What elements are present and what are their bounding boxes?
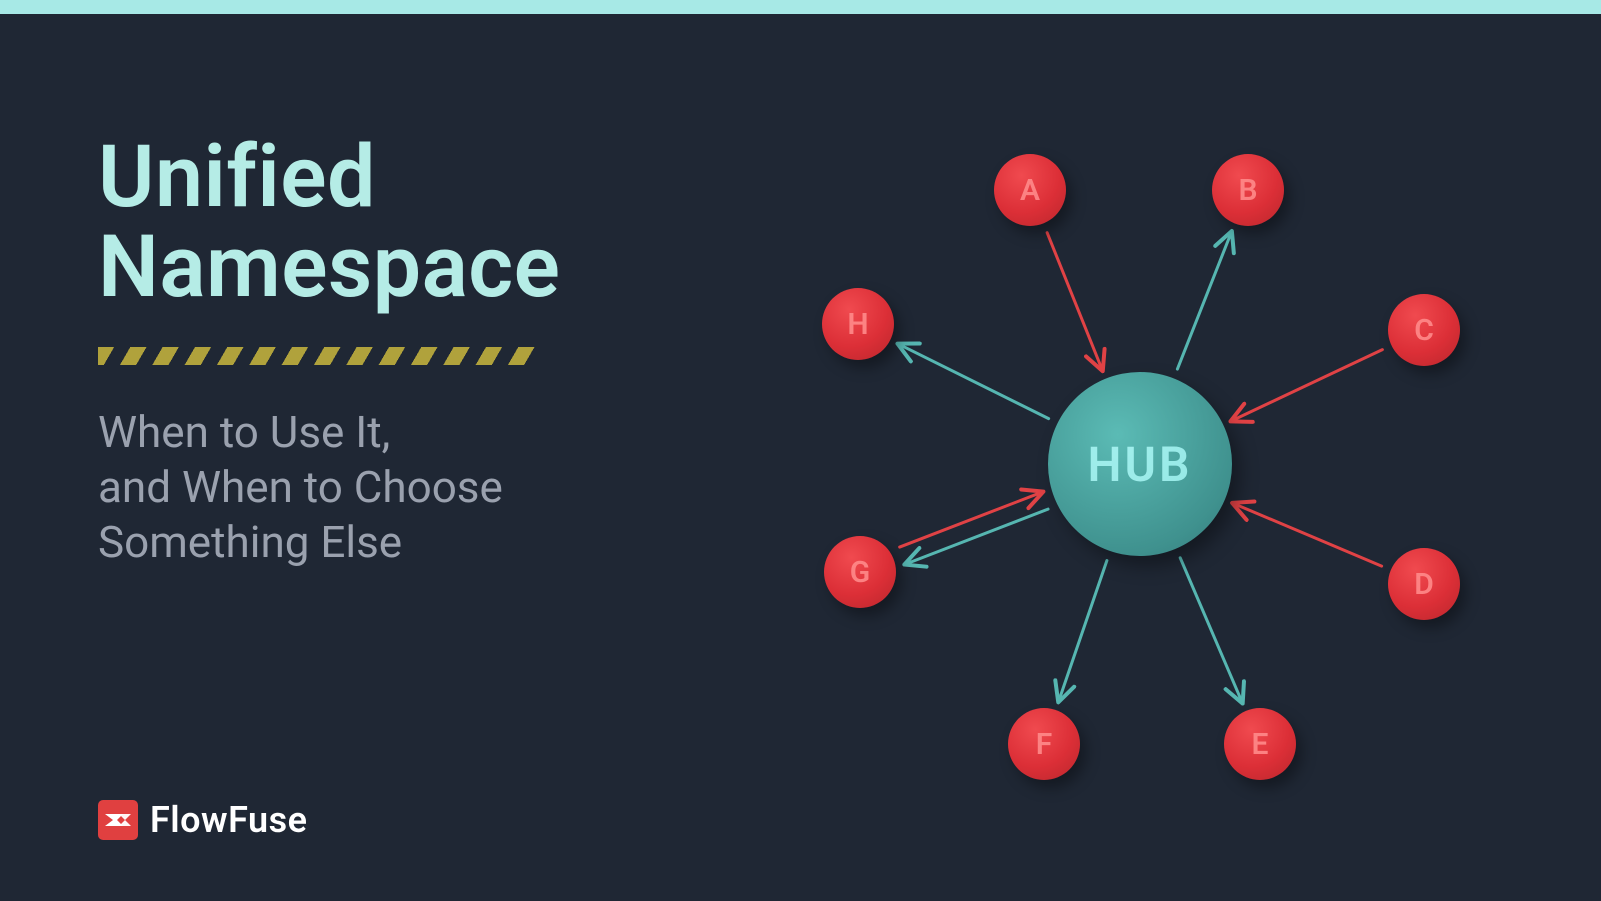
text-column: Unified Namespace When to Use It, and Wh… [98,132,658,570]
hub-spoke-diagram: HUB A B C D E F G H [780,94,1500,834]
title-line-2: Namespace [98,216,560,317]
node-label-h: H [847,307,868,342]
node-label-a: A [1020,173,1040,208]
subtitle-line-3: Something Else [98,516,402,568]
subtitle-line-2: and When to Choose [98,461,503,513]
flowfuse-icon [103,805,133,835]
subtitle: When to Use It, and When to Choose Somet… [98,405,658,570]
node-a: A [994,154,1066,226]
node-g: G [824,536,896,608]
node-label-b: B [1238,173,1257,208]
hub-label: HUB [1088,436,1193,493]
accent-top-bar [0,0,1601,14]
title-line-1: Unified [98,126,376,227]
node-h: H [822,288,894,360]
subtitle-line-1: When to Use It, [98,406,390,458]
node-e: E [1224,708,1296,780]
node-f: F [1008,708,1080,780]
page: Unified Namespace When to Use It, and Wh… [0,14,1601,901]
node-label-d: D [1414,567,1434,602]
node-label-c: C [1414,313,1434,348]
node-d: D [1388,548,1460,620]
node-label-g: G [850,555,870,590]
node-label-e: E [1252,727,1269,762]
hazard-divider [98,347,538,365]
brand-logo: FlowFuse [98,799,307,841]
node-label-f: F [1036,727,1053,762]
brand-mark-icon [98,800,138,840]
brand-name: FlowFuse [150,799,307,841]
node-c: C [1388,294,1460,366]
hub-node: HUB [1048,372,1232,556]
node-b: B [1212,154,1284,226]
main-title: Unified Namespace [98,132,658,313]
